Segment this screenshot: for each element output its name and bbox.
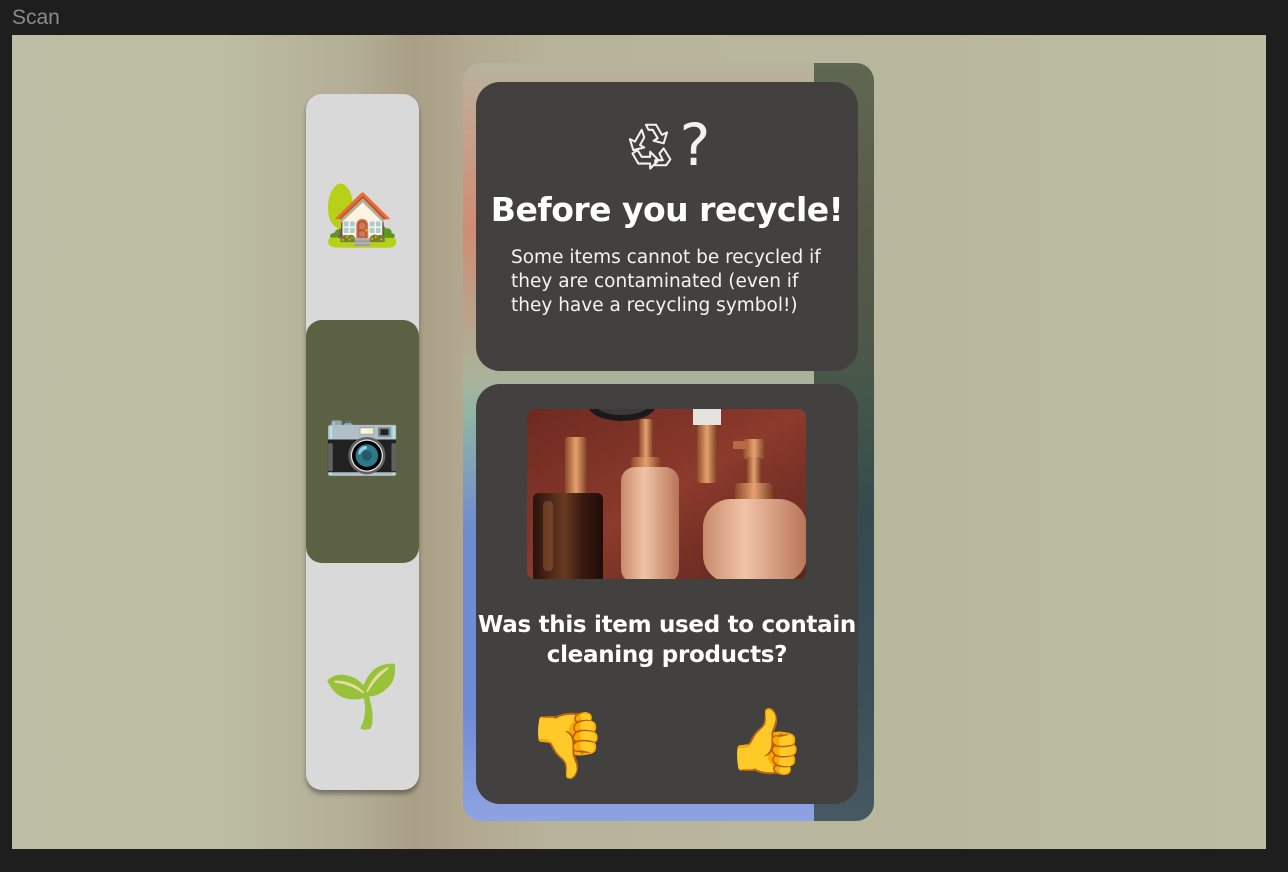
sidebar-item-grow[interactable]: 🌱 xyxy=(306,654,419,738)
info-title: Before you recycle! xyxy=(490,190,844,229)
cosmetic-bottles-photo xyxy=(527,409,806,579)
product-image xyxy=(527,409,806,579)
question-mark: ? xyxy=(679,111,711,179)
seedling-icon: 🌱 xyxy=(323,659,402,732)
thumbs-up-icon: 👍 xyxy=(726,705,806,779)
house-icon: 🏡 xyxy=(323,177,402,250)
scan-panel: ? Before you recycle! Some items cannot … xyxy=(463,63,874,821)
recycle-icon xyxy=(628,123,672,170)
sidebar-item-scan[interactable]: 📷 xyxy=(306,320,419,563)
no-button[interactable]: 👎 xyxy=(527,706,607,786)
camera-icon: 📷 xyxy=(323,404,402,478)
info-body: Some items cannot be recycled if they ar… xyxy=(511,247,821,316)
yes-button[interactable]: 👍 xyxy=(726,702,806,782)
question-text: Was this item used to contain cleaning p… xyxy=(478,612,856,668)
info-icons: ? xyxy=(476,111,858,179)
frame-title: Scan xyxy=(12,6,60,29)
info-card: ? Before you recycle! Some items cannot … xyxy=(476,82,858,371)
sidebar-item-home[interactable]: 🏡 xyxy=(306,174,419,254)
sidebar-nav: 🏡 📷 🌱 xyxy=(306,94,419,790)
question-card: Was this item used to contain cleaning p… xyxy=(476,384,858,804)
app-canvas: 🏡 📷 🌱 ? Before you recycle! Some items c… xyxy=(12,35,1266,849)
thumbs-down-icon: 👎 xyxy=(527,709,607,783)
